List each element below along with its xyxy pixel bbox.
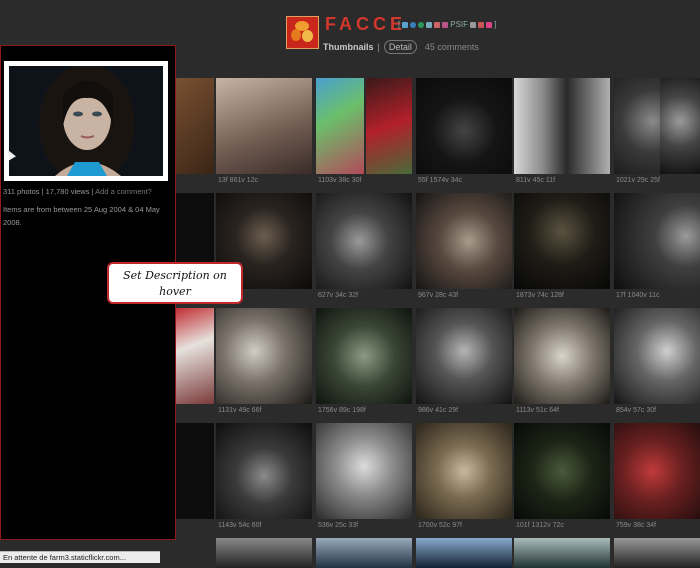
thumbnail-image[interactable] — [514, 308, 610, 404]
thumbnail-image[interactable] — [366, 78, 412, 174]
primary-photo[interactable] — [4, 61, 168, 181]
thumbnail-image[interactable] — [216, 423, 312, 519]
thumbnail-stats: 17f 1040v 11c — [616, 292, 660, 299]
portrait-image — [9, 66, 163, 176]
thumbnail-image[interactable] — [316, 308, 412, 404]
photo-views-count: 311 photos | 17,780 views | — [3, 187, 94, 196]
thumbnail-image[interactable] — [316, 78, 364, 174]
add-comment-link[interactable]: Add a comment? — [95, 187, 152, 196]
download-icon[interactable] — [470, 21, 477, 28]
globe-icon[interactable] — [418, 21, 425, 28]
thumbnail-image[interactable] — [316, 423, 412, 519]
thumbnail-stats: 759v 38c 34f — [616, 522, 657, 529]
share-icon-strip: [ PSIF ] — [398, 20, 496, 29]
thumbnail-image[interactable] — [416, 78, 512, 174]
thumbnail-image[interactable] — [316, 193, 412, 289]
thumbnail-stats: 1756v 89c 198f — [318, 407, 366, 414]
thumbnail-image[interactable] — [316, 538, 412, 568]
thumbnail-stats: 1873v 74c 128f — [516, 292, 564, 299]
thumbnail-stats: 967v 28c 43f — [418, 292, 459, 299]
set-date-range: Items are from between 25 Aug 2004 & 04 … — [3, 205, 160, 227]
flag-icon[interactable] — [478, 21, 485, 28]
slideshow-icon[interactable] — [434, 21, 441, 28]
blog-icon[interactable] — [402, 21, 409, 28]
thumbnail-stats: 101f 1312v 72c — [516, 522, 564, 529]
thumbnail-stats: 1021v 29c 25f — [616, 177, 660, 184]
thumbnail-stats: 55f 1574v 34c — [418, 177, 462, 184]
thumbnail-image[interactable] — [216, 538, 312, 568]
thumbnail-image[interactable] — [416, 538, 512, 568]
psif-label[interactable]: PSIF — [450, 20, 468, 29]
bracket-open: [ — [398, 20, 401, 29]
thumbnail-stats: 1700v 52c 97f — [418, 522, 462, 529]
thumbnail-image[interactable] — [660, 78, 700, 174]
thumbnail-image[interactable] — [514, 538, 610, 568]
bracket-close: ] — [494, 20, 497, 29]
thumbnail-image[interactable] — [416, 423, 512, 519]
thumbnail-image[interactable] — [514, 423, 610, 519]
thumbnail-image[interactable] — [174, 308, 214, 404]
tab-detail[interactable]: Detail — [383, 40, 417, 54]
thumbnail-stats: 1113v 51c 64f — [516, 407, 559, 414]
map-icon[interactable] — [410, 21, 417, 28]
thumbnail-image[interactable] — [174, 423, 214, 519]
tab-thumbnails[interactable]: Thumbnails — [323, 42, 374, 52]
thumbnail-stats: 1103v 38c 30f — [318, 177, 362, 184]
thumbnail-image[interactable] — [614, 308, 700, 404]
thumbnail-image[interactable] — [514, 78, 610, 174]
callout-line-1: Set Description on — [123, 269, 227, 282]
thumbnail-stats: 627v 34c 32f — [318, 292, 359, 299]
heart-icon[interactable] — [486, 21, 493, 28]
thumbnail-image[interactable] — [614, 423, 700, 519]
thumbnail-stats: 854v 57c 30f — [616, 407, 657, 414]
thumbnail-image[interactable] — [216, 78, 312, 174]
primary-photo-image[interactable] — [9, 66, 163, 176]
thumbnail-stats: 811v 45c 11f — [516, 177, 556, 184]
thumbnail-stats: 986v 41c 29f — [418, 407, 459, 414]
set-logo[interactable] — [286, 16, 319, 49]
share-icon[interactable] — [426, 21, 433, 28]
callout-line-2: hover — [159, 285, 191, 298]
thumbnail-image[interactable] — [174, 78, 214, 174]
thumbnail-image[interactable] — [216, 308, 312, 404]
thumbnail-image[interactable] — [416, 193, 512, 289]
view-tabs: Thumbnails | Detail 45 comments — [323, 40, 479, 54]
set-stats: 311 photos | 17,780 views | Add a commen… — [3, 187, 152, 196]
thumbnail-stats: 536v 25c 33f — [318, 522, 359, 529]
thumbnail-image[interactable] — [514, 193, 610, 289]
thumbnail-image[interactable] — [614, 538, 700, 568]
tab-separator: | — [377, 42, 380, 52]
thumbnail-image[interactable] — [614, 193, 700, 289]
browser-status-bar: En attente de farm3.staticflickr.com... — [0, 551, 160, 563]
callout-text: Set Description on hover — [109, 268, 241, 300]
print-icon[interactable] — [442, 21, 449, 28]
set-title: FACCE — [325, 14, 407, 34]
thumbnail-stats: 13f 861v 12c — [218, 177, 259, 184]
thumbnail-image[interactable] — [416, 308, 512, 404]
thumbnail-stats: 1143v 54c 60f — [218, 522, 262, 529]
comments-link[interactable]: 45 comments — [425, 42, 479, 52]
annotation-callout: Set Description on hover — [107, 262, 243, 304]
thumbnail-stats: 1131v 49c 66f — [218, 407, 262, 414]
